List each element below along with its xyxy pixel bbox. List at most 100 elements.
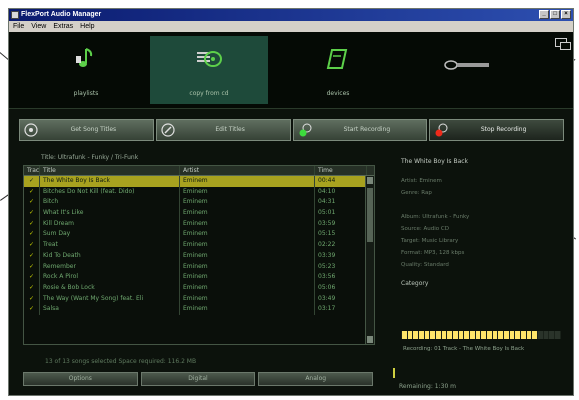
track-artist: Eminem [180,272,315,283]
details-line: Format: MP3, 128 kbps [401,250,465,256]
column-time[interactable]: Time [315,166,367,175]
stop-recording-button[interactable]: Stop Recording [429,119,564,141]
track-checkbox[interactable]: ✓ [24,261,40,273]
analog-button[interactable]: Analog [258,372,374,386]
level-cursor [393,368,395,378]
format-buttons: Options Digital Analog [23,372,374,386]
window-title: FlexPort Audio Manager [21,11,102,18]
track-title: Salsa [40,304,180,315]
title-bar: FlexPort Audio Manager _ □ × [9,9,573,21]
track-time: 03:17 [315,304,367,315]
track-checkbox[interactable]: ✓ [24,272,40,283]
details-line: Album: Ultrafunk - Funky [401,214,470,220]
table-row[interactable]: ✓ Sum Day Eminem 05:15 [24,229,374,241]
table-row[interactable]: ✓ Kill Dream Eminem 03:59 [24,218,374,230]
table-row[interactable]: ✓ Rock A Pirol Eminem 03:56 [24,272,374,283]
start-recording-button[interactable]: Start Recording [292,119,428,141]
table-row[interactable]: ✓ Treat Eminem 02:22 [24,240,374,251]
button-label: Get Song Titles [70,126,117,133]
recording-progress-bar [401,331,561,339]
track-time: 04:10 [315,186,367,198]
track-artist: Eminem [180,197,315,209]
table-row[interactable]: ✓ What It's Like Eminem 05:01 [24,208,374,219]
track-artist: Eminem [180,304,315,315]
maximize-button[interactable]: □ [550,10,560,19]
table-row[interactable]: ✓ Rosie & Bob Lock Eminem 05:06 [24,282,374,294]
edit-titles-button[interactable]: Edit Titles [155,119,291,141]
progress-segment [413,331,419,339]
track-title: Rosie & Bob Lock [40,282,180,294]
nav-brand[interactable] [409,36,527,104]
progress-segment [498,331,504,339]
progress-segment [458,331,464,339]
progress-segment [441,331,447,339]
menu-view[interactable]: View [31,21,46,32]
table-row[interactable]: ✓ Remember Eminem 05:23 [24,261,374,273]
table-row[interactable]: ✓ The Way (Want My Song) feat. Eli Eminem 0… [24,293,374,305]
top-navigation: playlists copy from cd devices [9,32,573,109]
button-label: Start Recording [343,126,391,133]
table-row[interactable]: ✓ Bitches Do Not Kill (feat. Dido) Eminem 0… [24,186,374,198]
column-artist[interactable]: Artist [180,166,315,175]
button-label: Edit Titles [215,126,245,133]
nav-copy-from-cd[interactable]: copy from cd [150,36,268,104]
scroll-up-icon[interactable] [367,177,373,184]
table-row[interactable]: ✓ Kid To Death Eminem 03:39 [24,250,374,262]
track-checkbox[interactable]: ✓ [24,197,40,209]
selection-summary: 13 of 13 songs selected Space required: … [45,358,197,365]
nav-label: copy from cd [189,90,229,97]
options-button[interactable]: Options [23,372,138,386]
start-record-icon [299,123,311,137]
details-title: The White Boy Is Back [401,158,469,165]
track-checkbox[interactable]: ✓ [24,176,40,187]
menu-help[interactable]: Help [80,21,94,32]
track-list-panel: Title: Ultrafunk - Funky / Tri-Funk Trac… [23,148,383,388]
track-time: 05:01 [315,208,367,219]
get-song-titles-button[interactable]: Get Song Titles [19,119,154,141]
table-row[interactable]: ✓ Bitch Eminem 04:31 [24,197,374,209]
restore-view-icon[interactable] [555,38,571,50]
track-title: The Way (Want My Song) feat. Eli [40,293,180,305]
track-table: Track Title Artist Time ✓The White Boy I… [23,165,375,345]
progress-segment [538,331,543,339]
track-title: Kid To Death [40,250,180,262]
track-checkbox[interactable]: ✓ [24,304,40,315]
nav-devices[interactable]: devices [279,36,397,104]
track-artist: Eminem [180,261,315,273]
table-row[interactable]: ✓ Salsa Eminem 03:17 [24,304,374,315]
scroll-down-icon[interactable] [367,336,373,343]
track-artist: Eminem [180,282,315,294]
track-checkbox[interactable]: ✓ [24,208,40,219]
track-time: 03:49 [315,293,367,305]
digital-button[interactable]: Digital [140,372,256,386]
category-label: Category [401,280,429,287]
menu-extras[interactable]: Extras [53,21,73,32]
progress-segment [492,331,498,339]
track-checkbox[interactable]: ✓ [24,293,40,305]
track-checkbox[interactable]: ✓ [24,240,40,251]
details-line: Source: Audio CD [401,226,449,232]
nav-playlists[interactable]: playlists [27,36,145,104]
track-checkbox[interactable]: ✓ [24,250,40,262]
column-track[interactable]: Track [24,166,40,175]
track-checkbox[interactable]: ✓ [24,282,40,294]
minimize-button[interactable]: _ [539,10,549,19]
menu-file[interactable]: File [13,21,24,32]
track-artist: Eminem [180,293,315,305]
track-checkbox[interactable]: ✓ [24,186,40,198]
progress-segment [526,331,532,339]
track-time: 04:31 [315,197,367,209]
track-checkbox[interactable]: ✓ [24,218,40,230]
cd-info-icon [24,123,38,137]
table-row[interactable]: ✓ The White Boy Is Back Eminem 00:44 [24,176,374,187]
window-controls: _ □ × [539,10,571,19]
app-window: FlexPort Audio Manager _ □ × File View E… [8,8,574,396]
close-button[interactable]: × [561,10,571,19]
vertical-scrollbar[interactable] [365,176,374,344]
track-time: 05:06 [315,282,367,294]
column-title[interactable]: Title [40,166,180,175]
track-time: 02:22 [315,240,367,251]
track-checkbox[interactable]: ✓ [24,229,40,241]
device-icon [326,49,348,69]
scroll-thumb[interactable] [367,188,373,242]
